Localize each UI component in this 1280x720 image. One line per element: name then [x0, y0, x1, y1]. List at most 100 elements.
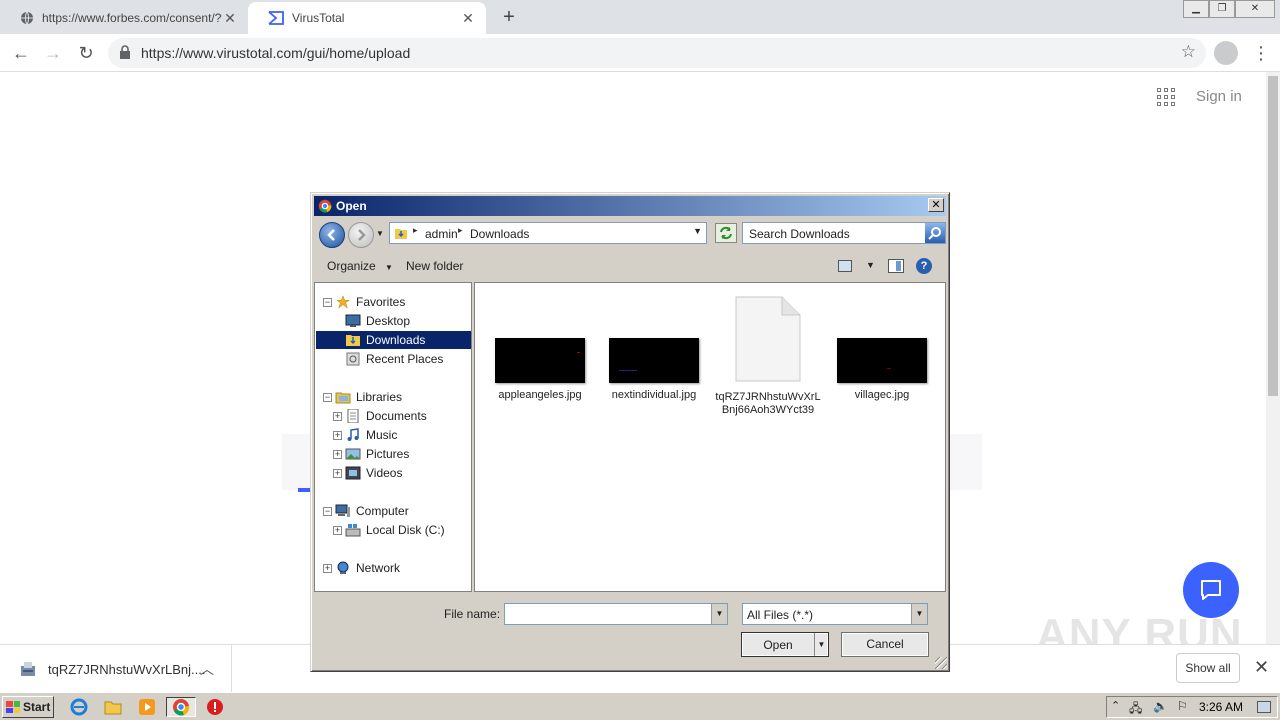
forward-arrow-icon: [358, 229, 366, 241]
file-item[interactable]: tqRZ7JRNhstuWvXrLBnj66Aoh3WYct39: [713, 296, 823, 417]
help-icon[interactable]: ?: [916, 258, 932, 274]
nav-pictures[interactable]: Pictures: [345, 445, 409, 463]
change-view-icon[interactable]: [838, 260, 852, 272]
menu-dots-icon[interactable]: ⋮: [1252, 41, 1270, 65]
nav-local-disk[interactable]: Local Disk (C:): [345, 521, 445, 539]
ie-icon[interactable]: [68, 697, 90, 717]
reload-icon[interactable]: ↻: [73, 40, 99, 66]
nav-downloads[interactable]: Downloads: [316, 331, 471, 349]
nav-libraries[interactable]: Libraries: [335, 388, 402, 406]
minimize-button[interactable]: ▁: [1183, 0, 1209, 18]
address-dropdown-icon[interactable]: ▼: [693, 226, 702, 236]
profile-avatar-icon[interactable]: [1214, 41, 1238, 65]
organize-label: Organize: [327, 259, 376, 273]
open-button[interactable]: Open ▼: [741, 632, 829, 657]
collapse-libraries-icon[interactable]: −: [323, 393, 332, 402]
nav-documents[interactable]: Documents: [345, 407, 427, 425]
chevron-down-icon[interactable]: ▼: [911, 604, 927, 624]
action-center-flag-icon[interactable]: ⚐: [1177, 699, 1188, 713]
apps-grid-icon[interactable]: [1157, 88, 1175, 106]
expand-pictures-icon[interactable]: +: [333, 450, 342, 459]
clock[interactable]: 3:26 AM: [1199, 700, 1243, 714]
back-button[interactable]: [319, 222, 345, 248]
new-tab-button[interactable]: +: [498, 6, 520, 28]
breadcrumb[interactable]: ▸ admin ▸ Downloads ▼: [389, 222, 707, 244]
tab-virustotal[interactable]: VirusTotal ✕: [248, 2, 486, 34]
close-tab-icon[interactable]: ✕: [460, 10, 476, 26]
bookmark-star-icon[interactable]: ☆: [1181, 42, 1196, 62]
nav-label: Music: [366, 428, 398, 442]
blank-document-icon: [735, 296, 801, 382]
download-item[interactable]: tqRZ7JRNhstuWvXrLBnj.... ︿: [0, 645, 232, 693]
expand-music-icon[interactable]: +: [333, 431, 342, 440]
media-player-icon[interactable]: [136, 697, 158, 717]
taskbar: Start ⌃ 🖧 🔈 ⚐ 3:26 AM: [0, 692, 1280, 720]
chrome-taskbar-icon[interactable]: [166, 697, 196, 717]
nav-recent-places[interactable]: Recent Places: [345, 350, 443, 368]
file-name-label: File name:: [444, 607, 501, 621]
breadcrumb-downloads[interactable]: Downloads: [470, 227, 529, 241]
forward-button[interactable]: [348, 222, 374, 248]
network-tray-icon[interactable]: 🖧: [1129, 699, 1142, 720]
sign-in-link[interactable]: Sign in: [1196, 88, 1242, 105]
cancel-button[interactable]: Cancel: [841, 632, 929, 657]
volume-icon[interactable]: 🔈: [1153, 699, 1168, 713]
breadcrumb-separator-icon[interactable]: ▸: [413, 225, 418, 236]
preview-pane-icon[interactable]: [888, 259, 904, 273]
refresh-button[interactable]: [715, 223, 737, 243]
show-all-button[interactable]: Show all: [1176, 653, 1240, 683]
close-tab-icon[interactable]: ✕: [222, 10, 238, 26]
expand-network-icon[interactable]: +: [323, 564, 332, 573]
close-window-button[interactable]: ✕: [1235, 0, 1275, 18]
organize-menu[interactable]: Organize ▼: [327, 259, 393, 273]
chevron-up-icon[interactable]: ︿: [200, 659, 214, 679]
dialog-close-button[interactable]: ✕: [928, 198, 944, 212]
file-item[interactable]: villagec.jpg: [827, 338, 937, 402]
nav-network[interactable]: Network: [335, 559, 400, 577]
show-desktop-icon[interactable]: [1257, 701, 1271, 713]
file-type-select[interactable]: All Files (*.*) ▼: [742, 603, 928, 625]
explorer-folder-icon[interactable]: [102, 697, 124, 717]
new-folder-button[interactable]: New folder: [406, 259, 463, 273]
stop-icon[interactable]: [204, 697, 226, 717]
file-item[interactable]: appleangeles.jpg: [485, 338, 595, 402]
expand-documents-icon[interactable]: +: [333, 412, 342, 421]
search-button[interactable]: [925, 223, 945, 243]
tab-title: https://www.forbes.com/consent/?t: [42, 11, 222, 25]
expand-local-disk-icon[interactable]: +: [333, 526, 342, 535]
chevron-down-icon[interactable]: ▼: [711, 604, 727, 624]
back-arrow-icon[interactable]: ←: [8, 40, 34, 66]
files-pane: appleangeles.jpg nextindividual.jpg tqRZ…: [474, 282, 946, 592]
nav-videos[interactable]: Videos: [345, 464, 402, 482]
restore-button[interactable]: ❐: [1209, 0, 1235, 18]
anyrun-watermark: ANY RUN: [1036, 610, 1243, 644]
file-item[interactable]: nextindividual.jpg: [599, 338, 709, 402]
back-arrow-icon: [327, 229, 335, 241]
expand-videos-icon[interactable]: +: [333, 469, 342, 478]
scroll-thumb[interactable]: [1268, 76, 1278, 396]
resize-grip[interactable]: [935, 657, 947, 669]
view-dropdown-icon[interactable]: ▼: [866, 260, 875, 270]
open-dropdown-icon[interactable]: ▼: [814, 633, 828, 656]
nav-music[interactable]: Music: [345, 426, 397, 444]
show-hidden-icons-icon[interactable]: ⌃: [1111, 699, 1120, 712]
breadcrumb-admin[interactable]: admin: [425, 227, 458, 241]
nav-desktop[interactable]: Desktop: [345, 312, 410, 330]
breadcrumb-separator-icon[interactable]: ▸: [458, 225, 463, 236]
collapse-favorites-icon[interactable]: −: [323, 298, 332, 307]
tab-forbes[interactable]: https://www.forbes.com/consent/?t ✕: [0, 2, 248, 34]
forward-arrow-icon[interactable]: →: [40, 40, 66, 66]
start-button[interactable]: Start: [2, 696, 54, 718]
nav-favorites[interactable]: Favorites: [335, 293, 405, 311]
recent-locations-dropdown[interactable]: ▼: [376, 229, 384, 238]
collapse-computer-icon[interactable]: −: [323, 507, 332, 516]
address-bar[interactable]: https://www.virustotal.com/gui/home/uplo…: [108, 38, 1206, 68]
nav-computer[interactable]: Computer: [335, 502, 409, 520]
file-name-input[interactable]: ▼: [504, 603, 728, 625]
nav-label: Local Disk (C:): [366, 523, 445, 537]
nav-label: Pictures: [366, 447, 410, 461]
page-scrollbar[interactable]: [1266, 72, 1280, 644]
dialog-title-bar[interactable]: Open ✕: [314, 196, 946, 216]
search-input[interactable]: Search Downloads: [742, 222, 946, 244]
close-download-bar-icon[interactable]: ✕: [1254, 657, 1269, 678]
